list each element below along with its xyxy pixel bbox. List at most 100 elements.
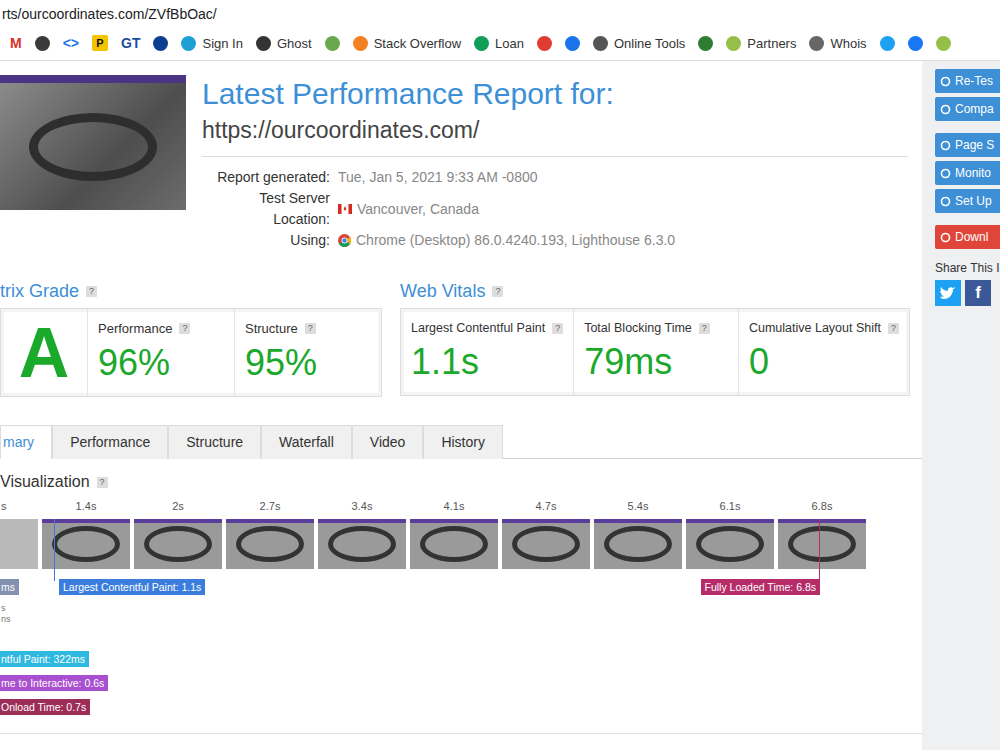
filmstrip-frame[interactable]: 4.7s <box>502 499 590 569</box>
filmstrip-frame[interactable]: 1.4s <box>42 499 130 569</box>
help-badge[interactable]: ? <box>492 286 503 297</box>
help-badge[interactable]: ? <box>305 323 316 334</box>
frame-time: 5.4s <box>594 499 682 519</box>
metric-value: 1.1s <box>411 341 563 383</box>
frame-time: 4.7s <box>502 499 590 519</box>
scores-section: trix Grade?APerformance?96%Structure?95%… <box>0 281 922 397</box>
bookmark-icon <box>325 36 340 51</box>
filmstrip-frame[interactable]: 5.4s <box>594 499 682 569</box>
bookmark[interactable] <box>153 36 168 51</box>
bookmark-label: Stack Overflow <box>374 36 461 51</box>
filmstrip-frame[interactable]: s <box>0 499 38 569</box>
bookmark[interactable]: GT <box>121 35 140 51</box>
frame-time: 1.4s <box>42 499 130 519</box>
bookmark[interactable] <box>880 36 895 51</box>
bookmark[interactable] <box>565 36 580 51</box>
bookmark[interactable]: Loan <box>474 36 524 51</box>
report-tabs: maryPerformanceStructureWaterfallVideoHi… <box>0 425 922 459</box>
button-icon <box>940 232 951 243</box>
frame-image <box>594 519 682 569</box>
meta-text: Vancouver, Canada <box>357 199 479 220</box>
meta-value: Chrome (Desktop) 86.0.4240.193, Lighthou… <box>338 230 675 251</box>
frame-time: 6.8s <box>778 499 866 519</box>
address-bar[interactable]: rts/ourcoordinates.com/ZVfBbOac/ <box>0 0 1000 26</box>
bookmark-icon <box>353 36 368 51</box>
bookmark[interactable]: <> <box>63 35 79 51</box>
button-icon <box>940 104 951 115</box>
bookmark[interactable]: Whois <box>809 36 866 51</box>
sidebar-button[interactable]: Downl <box>935 225 1000 249</box>
tab[interactable]: Video <box>352 425 424 459</box>
bookmark[interactable]: Online Tools <box>593 36 685 51</box>
report-meta: Report generated:Tue, Jan 5, 2021 9:33 A… <box>202 167 908 251</box>
bookmark[interactable] <box>936 36 951 51</box>
tab[interactable]: History <box>423 425 503 459</box>
bookmark[interactable] <box>698 36 713 51</box>
meta-text: Chrome (Desktop) 86.0.4240.193, Lighthou… <box>356 230 675 251</box>
sidebar-button[interactable]: Compa <box>935 97 1000 121</box>
meta-row: Report generated:Tue, Jan 5, 2021 9:33 A… <box>202 167 908 188</box>
marker-row: msLargest Contentful Paint: 1.1sFully Lo… <box>0 579 922 595</box>
meta-value: Tue, Jan 5, 2021 9:33 AM -0800 <box>338 167 538 188</box>
meta-label: Test Server Location: <box>202 188 330 230</box>
tab[interactable]: mary <box>0 425 52 459</box>
bookmark[interactable] <box>908 36 923 51</box>
sidebar-button[interactable]: Page S <box>935 133 1000 157</box>
tab[interactable]: Structure <box>168 425 261 459</box>
bookmark[interactable] <box>537 36 552 51</box>
share-button[interactable]: f <box>965 280 991 306</box>
help-badge[interactable]: ? <box>552 323 563 334</box>
grade-metric: Performance?96% <box>88 309 235 396</box>
url-text[interactable]: rts/ourcoordinates.com/ZVfBbOac/ <box>2 6 217 22</box>
filmstrip-frame[interactable]: 6.8s <box>778 499 866 569</box>
sidebar-button[interactable]: Re-Tes <box>935 69 1000 93</box>
chrome-icon <box>338 234 351 247</box>
bookmark-label: Whois <box>830 36 866 51</box>
bookmark[interactable] <box>325 36 340 51</box>
help-badge[interactable]: ? <box>699 323 710 334</box>
marker-note: ns <box>1 614 922 625</box>
page: Latest Performance Report for:https://ou… <box>0 61 1000 750</box>
bookmark[interactable]: Sign In <box>181 36 242 51</box>
report-url[interactable]: https://ourcoordinates.com/ <box>202 117 908 144</box>
button-icon <box>940 196 951 207</box>
bookmark[interactable]: Stack Overflow <box>353 36 461 51</box>
help-badge[interactable]: ? <box>179 323 190 334</box>
bookmark-icon: <> <box>63 35 79 51</box>
filmstrip-frame[interactable]: 4.1s <box>410 499 498 569</box>
sidebar-button[interactable]: Monito <box>935 161 1000 185</box>
lcp-marker-line <box>54 519 55 581</box>
frame-image <box>42 519 130 569</box>
bookmark[interactable]: M <box>10 35 22 51</box>
bookmark-label: Online Tools <box>614 36 685 51</box>
timeline-marker: ms <box>0 579 19 595</box>
filmstrip-frame[interactable]: 3.4s <box>318 499 406 569</box>
left-markers: ntful Paint: 322msme to Interactive: 0.6… <box>0 649 922 715</box>
sidebar-button[interactable]: Set Up <box>935 189 1000 213</box>
filmstrip-frame[interactable]: 2.7s <box>226 499 314 569</box>
bookmark[interactable]: Partners <box>726 36 796 51</box>
bookmark[interactable]: Ghost <box>256 36 312 51</box>
bookmark-icon <box>153 36 168 51</box>
filmstrip-frame[interactable]: 6.1s <box>686 499 774 569</box>
vital-metric: Total Blocking Time?79ms <box>574 309 739 395</box>
timeline-marker: Fully Loaded Time: 6.8s <box>701 579 820 595</box>
bookmark[interactable]: P <box>92 35 108 51</box>
report-info: Latest Performance Report for:https://ou… <box>202 75 922 251</box>
tab[interactable]: Performance <box>52 425 168 459</box>
button-icon <box>940 140 951 151</box>
twitter-bird-icon <box>940 286 956 300</box>
tab[interactable]: Waterfall <box>261 425 352 459</box>
bookmark-icon <box>181 36 196 51</box>
bookmark-label: Loan <box>495 36 524 51</box>
sidebar-group: Re-Tes Compa <box>935 69 1000 121</box>
bookmark-icon <box>474 36 489 51</box>
filmstrip-frame[interactable]: 2s <box>134 499 222 569</box>
help-badge[interactable]: ? <box>888 323 899 334</box>
help-badge[interactable]: ? <box>86 286 97 297</box>
bookmark[interactable] <box>35 36 50 51</box>
share-button[interactable] <box>935 280 961 306</box>
metric-label: Structure? <box>245 321 371 336</box>
help-badge[interactable]: ? <box>97 477 108 488</box>
filmstrip-timeline: s1.4s2s2.7s3.4s4.1s4.7s5.4s6.1s6.8s msLar… <box>0 499 922 715</box>
